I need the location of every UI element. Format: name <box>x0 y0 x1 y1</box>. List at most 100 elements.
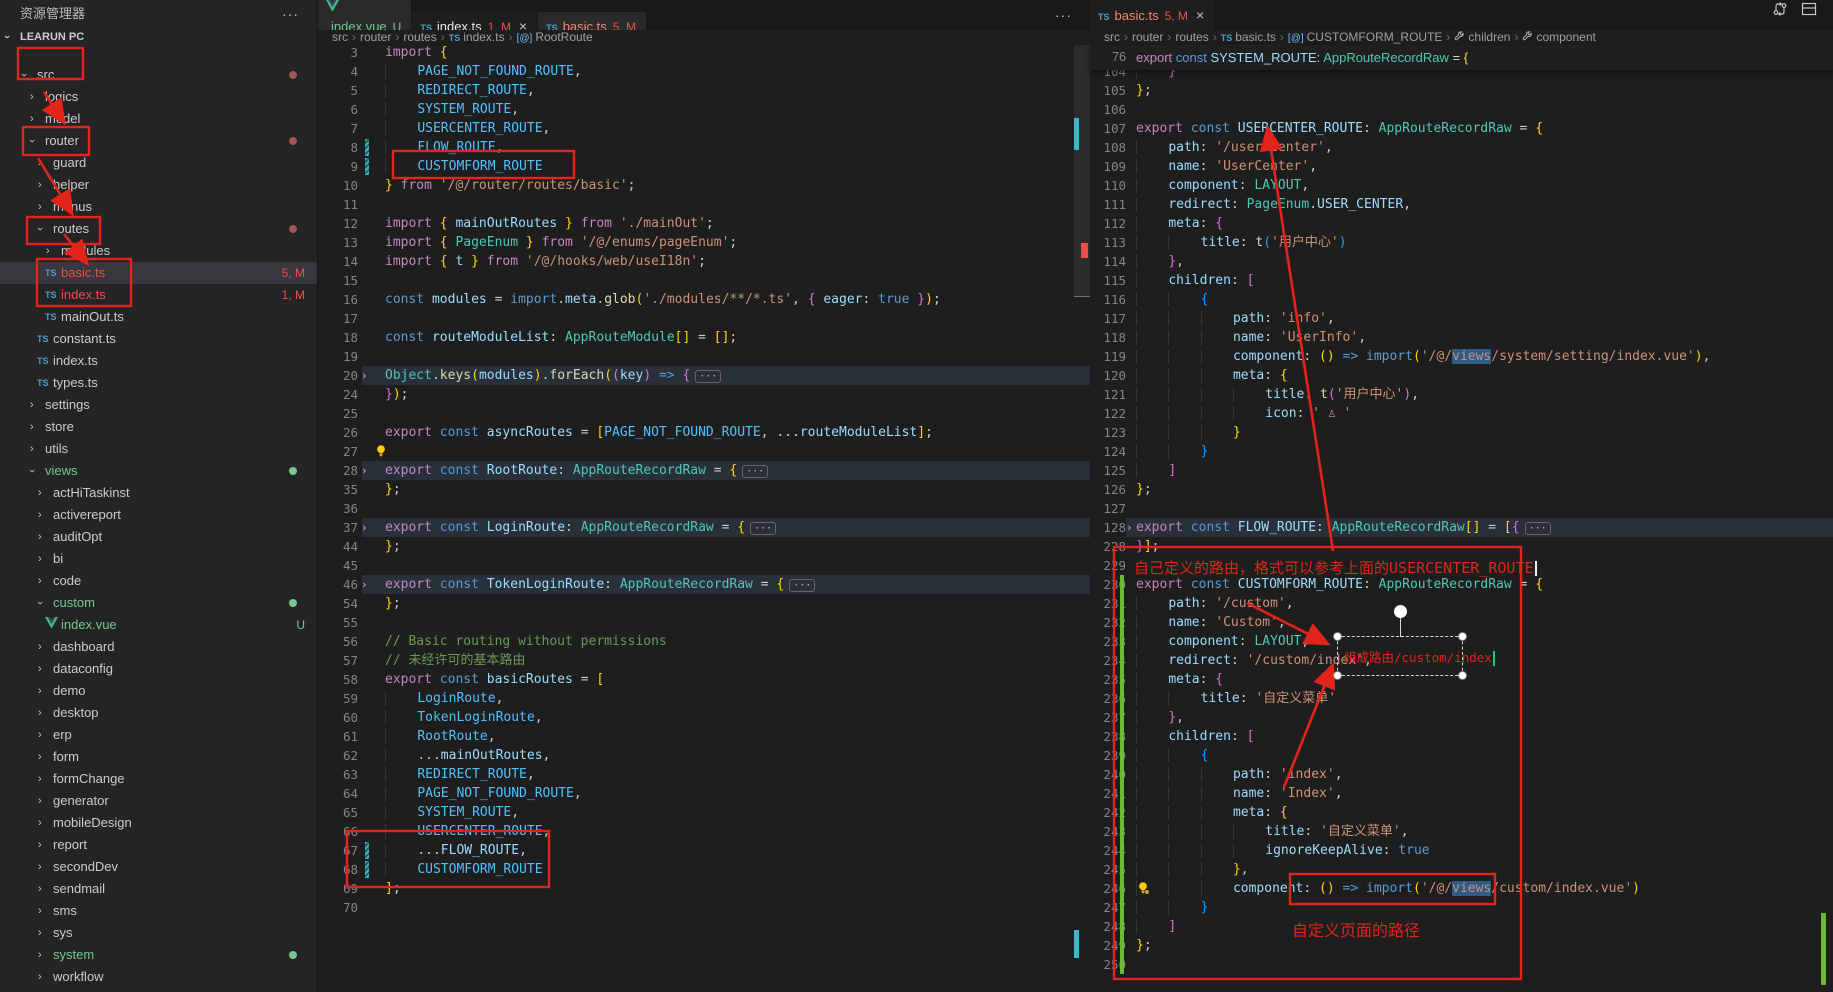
code-line-230: 230export const CUSTOMFORM_ROUTE: AppRou… <box>1090 575 1833 594</box>
right-code-editor[interactable]: 104 }105};106107export const USERCENTER_… <box>1090 45 1833 992</box>
chevron-right-icon: › <box>38 680 42 702</box>
tree-item-src[interactable]: ›src <box>0 64 317 86</box>
fold-chevron-icon[interactable]: › <box>361 518 368 537</box>
breadcrumb-separator: › <box>352 30 356 44</box>
tree-item-settings[interactable]: ›settings <box>0 394 317 416</box>
tree-item-model[interactable]: ›model <box>0 108 317 130</box>
tree-item-store[interactable]: ›store <box>0 416 317 438</box>
right-overview-ruler[interactable] <box>1817 45 1833 992</box>
tree-item-code[interactable]: ›code <box>0 570 317 592</box>
tree-item-sendmail[interactable]: ›sendmail <box>0 878 317 900</box>
modified-dot <box>289 137 297 145</box>
tree-item-sms[interactable]: ›sms <box>0 900 317 922</box>
tree-item-activereport[interactable]: ›activereport <box>0 504 317 526</box>
code-line-15: 15 <box>318 271 1090 290</box>
tab-label: basic.ts <box>1115 8 1159 23</box>
breadcrumb-item[interactable]: TSindex.ts <box>449 30 505 44</box>
explorer-more-icon[interactable]: ··· <box>282 0 299 28</box>
tree-item-form[interactable]: ›form <box>0 746 317 768</box>
file-tree: ›src›logics›model›router›guard›helper›me… <box>0 46 317 988</box>
code-line-229: 229 <box>1090 556 1833 575</box>
tree-item-router[interactable]: ›router <box>0 130 317 152</box>
breadcrumb-item[interactable]: src <box>332 30 348 44</box>
scrollbar-slider[interactable] <box>1074 45 1090 297</box>
code-line-127: 127 <box>1090 499 1833 518</box>
tree-item-label: auditOpt <box>53 526 102 548</box>
tree-item-label: routes <box>53 218 89 240</box>
tree-item-index-ts[interactable]: TSindex.ts1, M <box>0 284 317 306</box>
tree-item-demo[interactable]: ›demo <box>0 680 317 702</box>
workspace-header[interactable]: › LEARUN PC <box>0 28 317 46</box>
breadcrumb-item[interactable]: children <box>1454 30 1510 44</box>
middle-code-editor[interactable]: 3import {4 PAGE_NOT_FOUND_ROUTE,5 REDIRE… <box>318 45 1090 992</box>
tree-item-formChange[interactable]: ›formChange <box>0 768 317 790</box>
fold-chevron-icon[interactable]: › <box>361 366 368 385</box>
fold-chevron-icon[interactable]: › <box>1126 518 1133 537</box>
fold-chevron-icon[interactable]: › <box>361 461 368 480</box>
tree-item-system[interactable]: ›system <box>0 944 317 966</box>
tree-item-modules[interactable]: ›modules <box>0 240 317 262</box>
breadcrumb-item[interactable]: TSbasic.ts <box>1221 30 1276 44</box>
chevron-down-icon: › <box>21 469 43 473</box>
lightbulb-icon[interactable] <box>374 444 388 459</box>
tree-item-bi[interactable]: ›bi <box>0 548 317 570</box>
split-editor-icon[interactable] <box>1801 1 1817 31</box>
tree-item-desktop[interactable]: ›desktop <box>0 702 317 724</box>
sticky-scroll-line[interactable]: 76export const SYSTEM_ROUTE: AppRouteRec… <box>1090 45 1833 70</box>
middle-editor-actions-icon[interactable]: ··· <box>1055 0 1072 30</box>
tree-item-utils[interactable]: ›utils <box>0 438 317 460</box>
tree-item-custom[interactable]: ›custom <box>0 592 317 614</box>
tree-item-dashboard[interactable]: ›dashboard <box>0 636 317 658</box>
breadcrumb-item[interactable]: routes <box>403 30 436 44</box>
breadcrumb-item[interactable]: router <box>360 30 391 44</box>
code-line-112: 112 meta: { <box>1090 214 1833 233</box>
tree-item-index-ts[interactable]: TSindex.ts <box>0 350 317 372</box>
breadcrumb-item[interactable]: component <box>1522 30 1595 44</box>
tree-item-generator[interactable]: ›generator <box>0 790 317 812</box>
tree-item-logics[interactable]: ›logics <box>0 86 317 108</box>
breadcrumb-item[interactable]: [@]CUSTOMFORM_ROUTE <box>1288 30 1443 44</box>
typescript-file-icon: TS <box>449 33 461 43</box>
tree-item-helper[interactable]: ›helper <box>0 174 317 196</box>
tree-item-guard[interactable]: ›guard <box>0 152 317 174</box>
tree-item-erp[interactable]: ›erp <box>0 724 317 746</box>
chevron-right-icon: › <box>38 724 42 746</box>
breadcrumb-item[interactable]: src <box>1104 30 1120 44</box>
tree-item-constant-ts[interactable]: TSconstant.ts <box>0 328 317 350</box>
code-line-248: 248 ] <box>1090 917 1833 936</box>
tree-item-types-ts[interactable]: TStypes.ts <box>0 372 317 394</box>
code-line-245: 245 }, <box>1090 860 1833 879</box>
tree-item-mobileDesign[interactable]: ›mobileDesign <box>0 812 317 834</box>
tab-index-vue[interactable]: index.vueU <box>318 0 412 30</box>
tree-item-label: index.ts <box>53 350 98 372</box>
breadcrumb-item[interactable]: routes <box>1175 30 1208 44</box>
fold-chevron-icon[interactable]: › <box>361 575 368 594</box>
tree-item-menus[interactable]: ›menus <box>0 196 317 218</box>
tree-item-label: model <box>45 108 80 130</box>
code-line-61: 61 RootRoute, <box>318 727 1090 746</box>
breadcrumb-item[interactable]: router <box>1132 30 1163 44</box>
compare-changes-icon[interactable] <box>1772 1 1788 31</box>
tree-item-mainOut-ts[interactable]: TSmainOut.ts <box>0 306 317 328</box>
breadcrumb-separator: › <box>441 30 445 44</box>
middle-overview-ruler[interactable] <box>1074 45 1090 992</box>
tree-item-dataconfig[interactable]: ›dataconfig <box>0 658 317 680</box>
code-line-56: 56// Basic routing without permissions <box>318 632 1090 651</box>
tree-item-basic-ts[interactable]: TSbasic.ts5, M <box>0 262 317 284</box>
tree-item-workflow[interactable]: ›workflow <box>0 966 317 988</box>
tree-item-routes[interactable]: ›routes <box>0 218 317 240</box>
tree-item-label: secondDev <box>53 856 118 878</box>
tree-item-report[interactable]: ›report <box>0 834 317 856</box>
tree-item-views[interactable]: ›views <box>0 460 317 482</box>
chevron-right-icon: › <box>38 196 42 218</box>
breadcrumb-item[interactable]: [@]RootRoute <box>517 30 593 44</box>
tab-basic-ts[interactable]: TSbasic.ts5, M× <box>1090 0 1215 30</box>
tree-item-label: desktop <box>53 702 99 724</box>
tree-item-auditOpt[interactable]: ›auditOpt <box>0 526 317 548</box>
tree-item-secondDev[interactable]: ›secondDev <box>0 856 317 878</box>
close-icon[interactable]: × <box>1196 7 1204 23</box>
tree-item-index-vue[interactable]: index.vueU <box>0 614 317 636</box>
tree-item-sys[interactable]: ›sys <box>0 922 317 944</box>
chevron-down-icon: › <box>0 35 16 39</box>
tree-item-actHiTaskinst[interactable]: ›actHiTaskinst <box>0 482 317 504</box>
